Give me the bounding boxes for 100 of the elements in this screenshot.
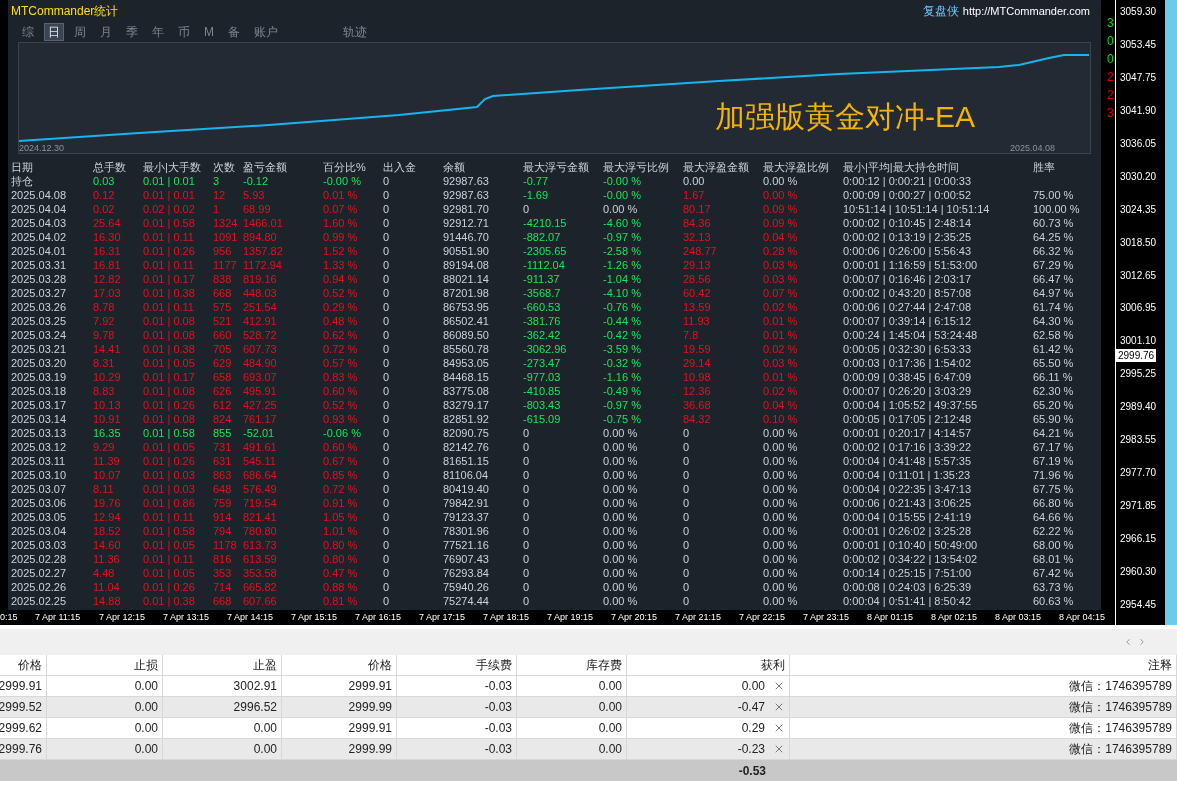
table-cell-text: 2025.03.28 xyxy=(11,272,68,286)
column-header: 总手数 xyxy=(93,160,127,174)
table-cell-text: -0.03 xyxy=(484,741,512,758)
column-header: 胜率 xyxy=(1033,160,1056,174)
table-cell-text: 3002.91 xyxy=(233,678,277,695)
table-cell-text: 0 xyxy=(523,496,531,510)
table-cell-text: 0.01 | 0.11 xyxy=(143,258,195,272)
table-cell-text: 0.01 | 0.86 xyxy=(143,496,196,510)
table-cell-text: 0 xyxy=(383,258,391,272)
table-cell-text: 0.00 % xyxy=(763,188,799,202)
table-cell-text: 0 xyxy=(383,272,391,286)
time-label: 7 Apr 20:15 xyxy=(611,611,658,622)
table-cell-text: 412.91 xyxy=(243,314,278,328)
table-cell-text: -0.49 % xyxy=(603,384,642,398)
table-cell-text: 82851.92 xyxy=(443,412,490,426)
table-cell-text: 0.01 | 0.08 xyxy=(143,384,196,398)
period-tab[interactable]: 月 xyxy=(96,23,116,41)
table-cell-text: 821.41 xyxy=(243,510,278,524)
time-label: 8 Apr 03:15 xyxy=(995,611,1042,622)
scroll-left-icon[interactable] xyxy=(1123,637,1133,647)
table-cell-text: 67.19 % xyxy=(1033,454,1075,468)
column-header: 次数 xyxy=(213,160,236,174)
close-icon[interactable] xyxy=(773,701,785,713)
table-cell-text: 0 xyxy=(523,524,531,538)
table-cell-text: 0:00:04 | 0:22:35 | 3:47:13 xyxy=(843,482,973,496)
table-cell-text: 11.36 xyxy=(93,552,121,566)
table-cell-text: 0.00 % xyxy=(763,440,799,454)
close-icon[interactable] xyxy=(773,722,785,734)
column-header: 止损 xyxy=(47,655,163,675)
table-cell-text: 0.01 | 0.11 xyxy=(143,300,195,314)
table-cell-text: 0:00:04 | 0:51:41 | 8:50:42 xyxy=(843,594,973,608)
table-cell-text: 79123.37 xyxy=(443,510,490,524)
table-cell-text: 759 xyxy=(213,496,233,510)
close-icon[interactable] xyxy=(773,743,785,755)
counter-label: 2 xyxy=(1107,87,1114,104)
table-cell-text: 0.01 | 0.05 xyxy=(143,356,196,370)
table-cell-text: 0.01 | 0.11 xyxy=(143,230,195,244)
table-cell-text: 631 xyxy=(213,454,233,468)
table-cell-text: 76293.84 xyxy=(443,566,490,580)
table-cell-text: 0 xyxy=(383,300,391,314)
table-cell-text: 2025.02.25 xyxy=(11,594,68,608)
table-cell-text: 0:00:07 | 0:39:14 | 6:15:12 xyxy=(843,314,973,328)
website-link[interactable]: http://MTCommander.com xyxy=(962,2,1090,20)
table-cell-text: 2999.52 xyxy=(0,699,42,716)
table-cell-text: 2025.03.04 xyxy=(11,524,68,538)
table-cell-text: 914 xyxy=(213,510,233,524)
period-tab[interactable]: 季 xyxy=(122,23,142,41)
table-cell-text: 0:00:07 | 0:26:20 | 3:03:29 xyxy=(843,384,973,398)
time-label: 8 Apr 01:15 xyxy=(867,611,914,622)
table-cell-text: 0:00:01 | 0:20:17 | 4:14:57 xyxy=(843,426,973,440)
table-cell-text: 0 xyxy=(383,230,391,244)
table-cell-text: 2025.03.12 xyxy=(11,440,68,454)
period-tab[interactable]: 年 xyxy=(148,23,168,41)
table-cell-text: 7.92 xyxy=(93,314,116,328)
period-tab[interactable]: M xyxy=(200,23,218,41)
table-cell-text: 0 xyxy=(523,538,531,552)
period-tab[interactable]: 日 xyxy=(44,23,64,41)
table-cell-text: 0.52 % xyxy=(323,286,359,300)
table-cell-text: 2999.91 xyxy=(348,678,392,695)
scroll-right-icon[interactable] xyxy=(1137,637,1147,647)
table-cell-text: 0 xyxy=(383,566,391,580)
period-tab[interactable]: 周 xyxy=(70,23,90,41)
table-cell-text: 0.00 xyxy=(134,720,158,737)
table-cell-text: 1 xyxy=(213,202,221,216)
table-cell-text: 0.01 | 0.01 xyxy=(143,188,196,202)
table-cell-text: -273.47 xyxy=(523,356,562,370)
table-cell-text: 0.60 % xyxy=(323,384,359,398)
table-cell-text: 86502.41 xyxy=(443,314,490,328)
table-cell-text: 2025.04.04 xyxy=(11,202,68,216)
table-cell-text: 1178 xyxy=(213,538,238,552)
table-cell-text: 0.10 % xyxy=(763,412,799,426)
table-cell-text: 0:00:01 | 1:16:59 | 51:53:00 xyxy=(843,258,979,272)
table-cell-text: 0 xyxy=(683,580,691,594)
table-cell-text: -803.43 xyxy=(523,398,562,412)
table-cell-text: 67.29 % xyxy=(1033,258,1075,272)
table-cell-text: 10.29 xyxy=(93,370,122,384)
table-cell-text: 2025.03.24 xyxy=(11,328,68,342)
table-cell-text: 91446.70 xyxy=(443,230,490,244)
table-cell-text: 0.00 xyxy=(598,720,622,737)
table-cell-text: 0 xyxy=(523,580,531,594)
table-cell-text: 626 xyxy=(213,384,233,398)
period-tab[interactable]: 备 xyxy=(224,23,244,41)
period-tab[interactable]: 综 xyxy=(18,23,38,41)
table-cell-text: 0.01 | 0.17 xyxy=(143,272,196,286)
trail-tab[interactable]: 轨迹 xyxy=(340,24,370,40)
table-cell-text: 612 xyxy=(213,398,233,412)
table-cell-text: 9.78 xyxy=(93,328,116,342)
period-tab[interactable]: 账户 xyxy=(250,23,282,41)
period-tab[interactable]: 币 xyxy=(174,23,194,41)
table-cell-text: 0:00:09 | 0:38:45 | 6:47:09 xyxy=(843,370,973,384)
table-cell-text: 65.50 % xyxy=(1033,356,1075,370)
table-cell-text: 0.00 % xyxy=(763,510,799,524)
time-label: 7 Apr 18:15 xyxy=(483,611,530,622)
table-cell-text: 0 xyxy=(523,454,531,468)
chart-heading: 加强版黄金对冲-EA xyxy=(715,99,975,135)
table-cell-text: 2025.03.17 xyxy=(11,398,68,412)
table-cell-text: 0 xyxy=(523,426,531,440)
close-icon[interactable] xyxy=(773,680,785,692)
table-cell-text: 8.11 xyxy=(93,482,115,496)
table-cell-text: 545.11 xyxy=(243,454,277,468)
